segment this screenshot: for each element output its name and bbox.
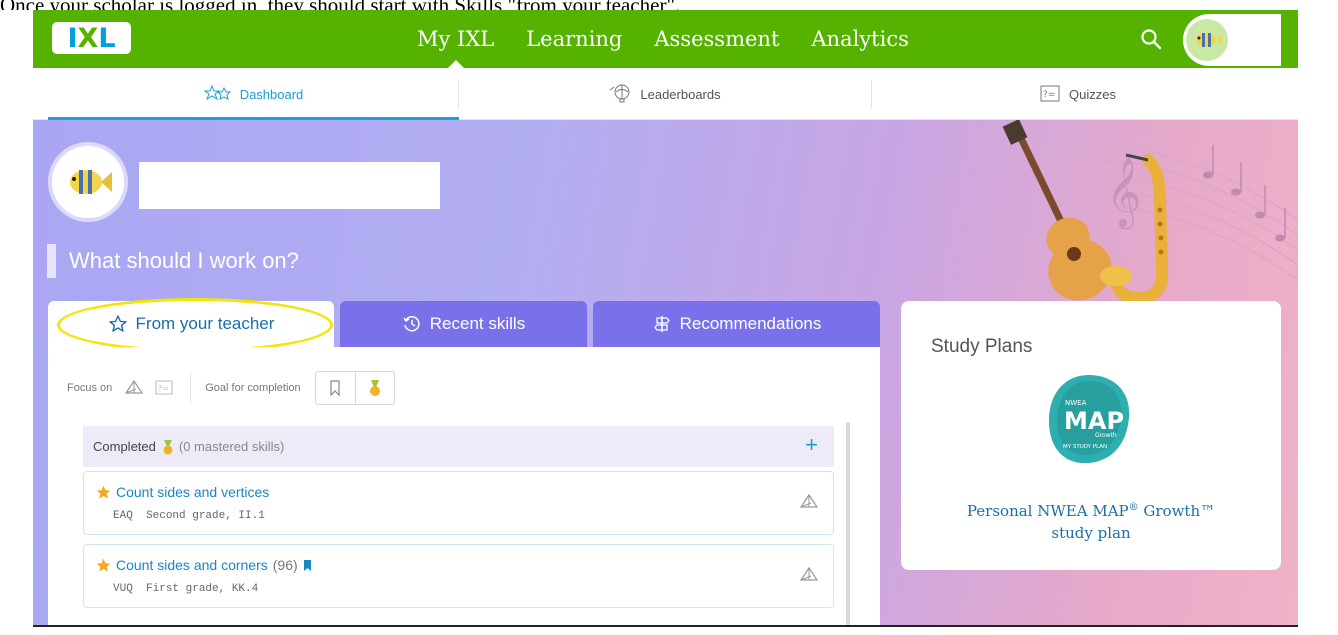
completed-count: (0 mastered skills): [178, 439, 285, 454]
ixl-logo[interactable]: IXL: [52, 22, 131, 54]
nav-my-ixl[interactable]: My IXL: [401, 10, 510, 68]
heading-accent-bar: [47, 244, 56, 278]
dashboard-subnav: Dashboard Leaderboards ?= Quizzes: [33, 68, 1298, 120]
skill-code: EAQ: [113, 510, 133, 522]
divider: [190, 372, 192, 404]
svg-text:𝄞: 𝄞: [1106, 157, 1141, 229]
dashboard-hero: What should I work on? 𝄞 From your teach…: [33, 120, 1298, 625]
registered-mark: ®: [1128, 502, 1139, 513]
quiz-icon: ?=: [1040, 85, 1060, 102]
music-instruments-illustration: 𝄞: [1002, 120, 1298, 305]
star-outline-icon: [108, 315, 127, 332]
expand-plus-icon[interactable]: +: [805, 432, 818, 458]
study-link-line1b: Growth™: [1138, 502, 1216, 520]
tab-recent-skills[interactable]: Recent skills: [340, 301, 587, 347]
fish-avatar-icon: [1186, 19, 1228, 61]
study-plans-card: Study Plans NWEA MAP Growth MY STUDY PLA…: [901, 301, 1281, 570]
star-filled-icon: [96, 558, 111, 571]
svg-text:?=: ?=: [158, 384, 169, 393]
logo-text: IXL: [67, 22, 116, 54]
completed-section-header[interactable]: Completed (0 mastered skills) +: [83, 426, 834, 467]
nav-learning[interactable]: Learning: [510, 10, 638, 68]
star-filled-icon: [96, 485, 111, 498]
history-clock-icon: [403, 316, 420, 332]
tab-recent-label: Recent skills: [429, 314, 526, 333]
work-on-heading-text: What should I work on?: [69, 248, 299, 273]
skill-title-text: Count sides and vertices: [116, 484, 270, 500]
skill-grade: First grade, KK.4: [146, 583, 259, 595]
skills-scrollbar[interactable]: [846, 422, 850, 625]
geometry-shape-icon[interactable]: [124, 379, 144, 397]
skill-title[interactable]: Count sides and vertices: [96, 484, 269, 500]
skill-card[interactable]: Count sides and vertices EAQ Second grad…: [83, 471, 834, 535]
focus-on-label: Focus on: [67, 382, 113, 394]
study-plans-title: Study Plans: [931, 336, 1033, 357]
fish-icon: [70, 170, 112, 194]
tab-from-your-teacher[interactable]: From your teacher: [48, 301, 334, 347]
work-on-heading: What should I work on?: [47, 244, 299, 278]
skill-title[interactable]: Count sides and corners (96): [96, 557, 312, 573]
subtab-quizzes-label: Quizzes: [1069, 86, 1116, 102]
badge-bottom-text: MY STUDY PLAN: [1063, 444, 1107, 450]
caption-text: Once your scholar is logged in, they sho…: [0, 0, 1338, 10]
medal-icon: [163, 439, 173, 454]
study-link-line2: study plan: [1051, 524, 1131, 542]
skill-meta: VUQ First grade, KK.4: [113, 583, 258, 595]
badge-main-text: MAP: [1064, 407, 1124, 435]
goal-bookmark-option[interactable]: [316, 372, 355, 404]
main-nav: My IXL Learning Assessment Analytics: [401, 10, 925, 68]
bookmark-icon: [330, 380, 340, 396]
tab-teacher-label: From your teacher: [135, 314, 275, 333]
geometry-shape-icon: [799, 566, 819, 581]
study-link-line1: Personal NWEA MAP: [966, 502, 1129, 520]
profile-avatar[interactable]: [48, 142, 128, 222]
tab-recommendations[interactable]: Recommendations: [593, 301, 880, 347]
skill-card[interactable]: Count sides and corners (96) VUQ First g…: [83, 544, 834, 608]
goal-medal-option[interactable]: [354, 372, 394, 404]
student-name-redacted: [139, 162, 440, 209]
nav-analytics[interactable]: Analytics: [795, 10, 924, 68]
teacher-skills-panel: Focus on ?= Goal for completion Complete…: [48, 347, 880, 625]
svg-text:?=: ?=: [1043, 90, 1055, 100]
signpost-icon: [653, 316, 670, 332]
skill-meta: EAQ Second grade, II.1: [113, 510, 265, 522]
search-icon[interactable]: [1139, 27, 1163, 51]
goal-label: Goal for completion: [205, 382, 301, 394]
bottom-edge-line: [33, 625, 1298, 627]
skill-score: (96): [272, 557, 298, 573]
badge-growth-text: Growth: [1095, 432, 1117, 439]
skill-code: VUQ: [113, 583, 133, 595]
geometry-shape-icon: [799, 493, 819, 508]
nwea-study-plan-link[interactable]: Personal NWEA MAP® Growth™ study plan: [921, 497, 1261, 544]
subtab-dashboard[interactable]: Dashboard: [48, 68, 459, 120]
completed-label: Completed: [93, 439, 156, 454]
subtab-quizzes[interactable]: ?= Quizzes: [872, 68, 1283, 120]
nav-assessment[interactable]: Assessment: [638, 10, 795, 68]
skill-title-text: Count sides and corners: [116, 557, 268, 573]
skill-grade: Second grade, II.1: [146, 510, 265, 522]
quiz-filter-icon[interactable]: ?=: [154, 379, 176, 397]
goal-toggle: [314, 371, 395, 405]
subtab-leaderboards-label: Leaderboards: [640, 86, 721, 102]
bookmark-filled-icon: [303, 559, 311, 571]
subtab-leaderboards[interactable]: Leaderboards: [459, 68, 870, 120]
user-menu[interactable]: [1183, 14, 1281, 66]
nwea-map-badge[interactable]: NWEA MAP Growth MY STUDY PLAN: [1045, 371, 1133, 471]
medal-icon: [369, 380, 380, 396]
subtab-dashboard-label: Dashboard: [239, 86, 304, 102]
top-navigation-bar: IXL My IXL Learning Assessment Analytics: [33, 10, 1298, 68]
balloon-icon: [610, 84, 630, 103]
badge-top-text: NWEA: [1065, 399, 1087, 407]
filter-row: Focus on ?= Goal for completion: [67, 371, 395, 405]
tab-recommendations-label: Recommendations: [679, 314, 822, 333]
stars-icon: [203, 85, 231, 101]
